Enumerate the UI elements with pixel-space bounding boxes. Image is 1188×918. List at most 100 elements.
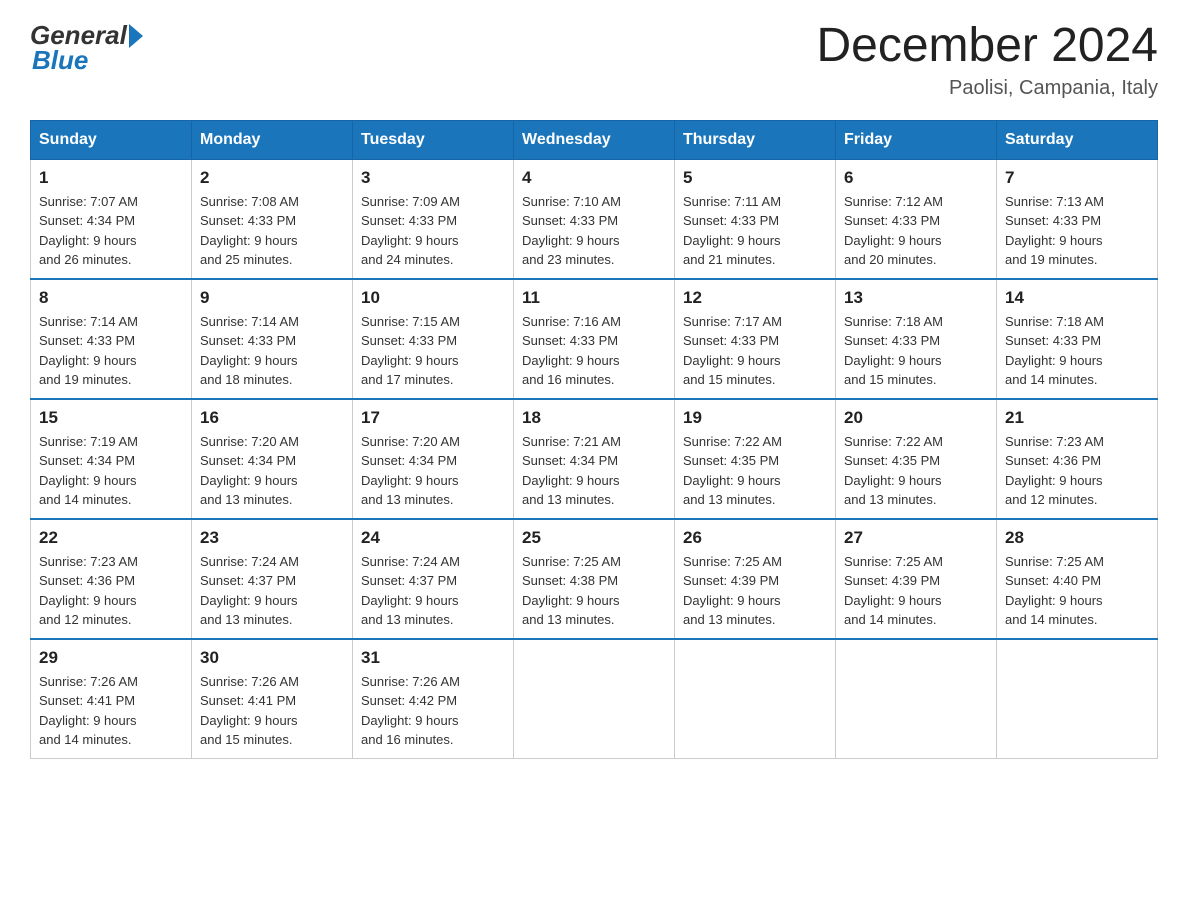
day-info: Sunrise: 7:26 AM Sunset: 4:41 PM Dayligh… <box>39 672 183 750</box>
calendar-week-4: 22 Sunrise: 7:23 AM Sunset: 4:36 PM Dayl… <box>31 519 1158 639</box>
day-info: Sunrise: 7:25 AM Sunset: 4:40 PM Dayligh… <box>1005 552 1149 630</box>
calendar-cell: 6 Sunrise: 7:12 AM Sunset: 4:33 PM Dayli… <box>836 159 997 279</box>
day-number: 15 <box>39 408 183 428</box>
day-info: Sunrise: 7:12 AM Sunset: 4:33 PM Dayligh… <box>844 192 988 270</box>
calendar-cell: 23 Sunrise: 7:24 AM Sunset: 4:37 PM Dayl… <box>192 519 353 639</box>
calendar-cell: 13 Sunrise: 7:18 AM Sunset: 4:33 PM Dayl… <box>836 279 997 399</box>
col-friday: Friday <box>836 120 997 159</box>
day-number: 30 <box>200 648 344 668</box>
day-info: Sunrise: 7:16 AM Sunset: 4:33 PM Dayligh… <box>522 312 666 390</box>
logo: General Blue <box>30 20 143 76</box>
day-number: 23 <box>200 528 344 548</box>
day-number: 18 <box>522 408 666 428</box>
day-number: 16 <box>200 408 344 428</box>
day-info: Sunrise: 7:10 AM Sunset: 4:33 PM Dayligh… <box>522 192 666 270</box>
calendar-cell: 4 Sunrise: 7:10 AM Sunset: 4:33 PM Dayli… <box>514 159 675 279</box>
day-number: 17 <box>361 408 505 428</box>
day-info: Sunrise: 7:18 AM Sunset: 4:33 PM Dayligh… <box>1005 312 1149 390</box>
calendar-cell <box>836 639 997 759</box>
day-number: 8 <box>39 288 183 308</box>
calendar-cell <box>514 639 675 759</box>
calendar-cell: 17 Sunrise: 7:20 AM Sunset: 4:34 PM Dayl… <box>353 399 514 519</box>
calendar-week-5: 29 Sunrise: 7:26 AM Sunset: 4:41 PM Dayl… <box>31 639 1158 759</box>
day-number: 13 <box>844 288 988 308</box>
day-number: 25 <box>522 528 666 548</box>
calendar-cell: 21 Sunrise: 7:23 AM Sunset: 4:36 PM Dayl… <box>997 399 1158 519</box>
day-number: 21 <box>1005 408 1149 428</box>
day-info: Sunrise: 7:13 AM Sunset: 4:33 PM Dayligh… <box>1005 192 1149 270</box>
calendar-cell: 20 Sunrise: 7:22 AM Sunset: 4:35 PM Dayl… <box>836 399 997 519</box>
day-number: 4 <box>522 168 666 188</box>
day-info: Sunrise: 7:11 AM Sunset: 4:33 PM Dayligh… <box>683 192 827 270</box>
calendar-cell: 12 Sunrise: 7:17 AM Sunset: 4:33 PM Dayl… <box>675 279 836 399</box>
calendar-cell: 24 Sunrise: 7:24 AM Sunset: 4:37 PM Dayl… <box>353 519 514 639</box>
calendar-cell: 31 Sunrise: 7:26 AM Sunset: 4:42 PM Dayl… <box>353 639 514 759</box>
calendar-cell: 5 Sunrise: 7:11 AM Sunset: 4:33 PM Dayli… <box>675 159 836 279</box>
day-info: Sunrise: 7:25 AM Sunset: 4:39 PM Dayligh… <box>844 552 988 630</box>
calendar-cell: 8 Sunrise: 7:14 AM Sunset: 4:33 PM Dayli… <box>31 279 192 399</box>
day-info: Sunrise: 7:25 AM Sunset: 4:38 PM Dayligh… <box>522 552 666 630</box>
day-number: 27 <box>844 528 988 548</box>
calendar-cell: 14 Sunrise: 7:18 AM Sunset: 4:33 PM Dayl… <box>997 279 1158 399</box>
day-number: 2 <box>200 168 344 188</box>
day-number: 3 <box>361 168 505 188</box>
calendar-cell: 18 Sunrise: 7:21 AM Sunset: 4:34 PM Dayl… <box>514 399 675 519</box>
calendar-cell: 15 Sunrise: 7:19 AM Sunset: 4:34 PM Dayl… <box>31 399 192 519</box>
calendar-table: Sunday Monday Tuesday Wednesday Thursday… <box>30 120 1158 759</box>
day-number: 5 <box>683 168 827 188</box>
day-info: Sunrise: 7:22 AM Sunset: 4:35 PM Dayligh… <box>683 432 827 510</box>
calendar-cell: 25 Sunrise: 7:25 AM Sunset: 4:38 PM Dayl… <box>514 519 675 639</box>
day-number: 6 <box>844 168 988 188</box>
day-info: Sunrise: 7:23 AM Sunset: 4:36 PM Dayligh… <box>39 552 183 630</box>
col-wednesday: Wednesday <box>514 120 675 159</box>
calendar-week-3: 15 Sunrise: 7:19 AM Sunset: 4:34 PM Dayl… <box>31 399 1158 519</box>
calendar-header-row: Sunday Monday Tuesday Wednesday Thursday… <box>31 120 1158 159</box>
calendar-cell: 30 Sunrise: 7:26 AM Sunset: 4:41 PM Dayl… <box>192 639 353 759</box>
day-number: 29 <box>39 648 183 668</box>
calendar-cell: 7 Sunrise: 7:13 AM Sunset: 4:33 PM Dayli… <box>997 159 1158 279</box>
calendar-cell <box>675 639 836 759</box>
day-info: Sunrise: 7:15 AM Sunset: 4:33 PM Dayligh… <box>361 312 505 390</box>
col-monday: Monday <box>192 120 353 159</box>
calendar-cell <box>997 639 1158 759</box>
col-sunday: Sunday <box>31 120 192 159</box>
day-number: 24 <box>361 528 505 548</box>
calendar-cell: 2 Sunrise: 7:08 AM Sunset: 4:33 PM Dayli… <box>192 159 353 279</box>
day-info: Sunrise: 7:21 AM Sunset: 4:34 PM Dayligh… <box>522 432 666 510</box>
day-info: Sunrise: 7:24 AM Sunset: 4:37 PM Dayligh… <box>361 552 505 630</box>
calendar-cell: 9 Sunrise: 7:14 AM Sunset: 4:33 PM Dayli… <box>192 279 353 399</box>
calendar-cell: 22 Sunrise: 7:23 AM Sunset: 4:36 PM Dayl… <box>31 519 192 639</box>
page-header: General Blue December 2024 Paolisi, Camp… <box>30 20 1158 100</box>
logo-blue-text: Blue <box>32 45 88 76</box>
day-number: 12 <box>683 288 827 308</box>
calendar-cell: 28 Sunrise: 7:25 AM Sunset: 4:40 PM Dayl… <box>997 519 1158 639</box>
day-number: 10 <box>361 288 505 308</box>
day-number: 7 <box>1005 168 1149 188</box>
day-number: 28 <box>1005 528 1149 548</box>
day-info: Sunrise: 7:20 AM Sunset: 4:34 PM Dayligh… <box>200 432 344 510</box>
calendar-cell: 1 Sunrise: 7:07 AM Sunset: 4:34 PM Dayli… <box>31 159 192 279</box>
day-info: Sunrise: 7:19 AM Sunset: 4:34 PM Dayligh… <box>39 432 183 510</box>
title-area: December 2024 Paolisi, Campania, Italy <box>816 20 1158 100</box>
day-number: 1 <box>39 168 183 188</box>
day-info: Sunrise: 7:09 AM Sunset: 4:33 PM Dayligh… <box>361 192 505 270</box>
day-info: Sunrise: 7:14 AM Sunset: 4:33 PM Dayligh… <box>200 312 344 390</box>
day-info: Sunrise: 7:23 AM Sunset: 4:36 PM Dayligh… <box>1005 432 1149 510</box>
day-info: Sunrise: 7:22 AM Sunset: 4:35 PM Dayligh… <box>844 432 988 510</box>
day-info: Sunrise: 7:20 AM Sunset: 4:34 PM Dayligh… <box>361 432 505 510</box>
calendar-cell: 3 Sunrise: 7:09 AM Sunset: 4:33 PM Dayli… <box>353 159 514 279</box>
day-number: 26 <box>683 528 827 548</box>
calendar-cell: 27 Sunrise: 7:25 AM Sunset: 4:39 PM Dayl… <box>836 519 997 639</box>
location-text: Paolisi, Campania, Italy <box>816 77 1158 100</box>
day-info: Sunrise: 7:26 AM Sunset: 4:42 PM Dayligh… <box>361 672 505 750</box>
logo-triangle-icon <box>129 24 143 48</box>
col-thursday: Thursday <box>675 120 836 159</box>
day-info: Sunrise: 7:25 AM Sunset: 4:39 PM Dayligh… <box>683 552 827 630</box>
day-number: 11 <box>522 288 666 308</box>
day-number: 19 <box>683 408 827 428</box>
col-saturday: Saturday <box>997 120 1158 159</box>
day-info: Sunrise: 7:07 AM Sunset: 4:34 PM Dayligh… <box>39 192 183 270</box>
day-info: Sunrise: 7:17 AM Sunset: 4:33 PM Dayligh… <box>683 312 827 390</box>
day-info: Sunrise: 7:18 AM Sunset: 4:33 PM Dayligh… <box>844 312 988 390</box>
day-number: 22 <box>39 528 183 548</box>
